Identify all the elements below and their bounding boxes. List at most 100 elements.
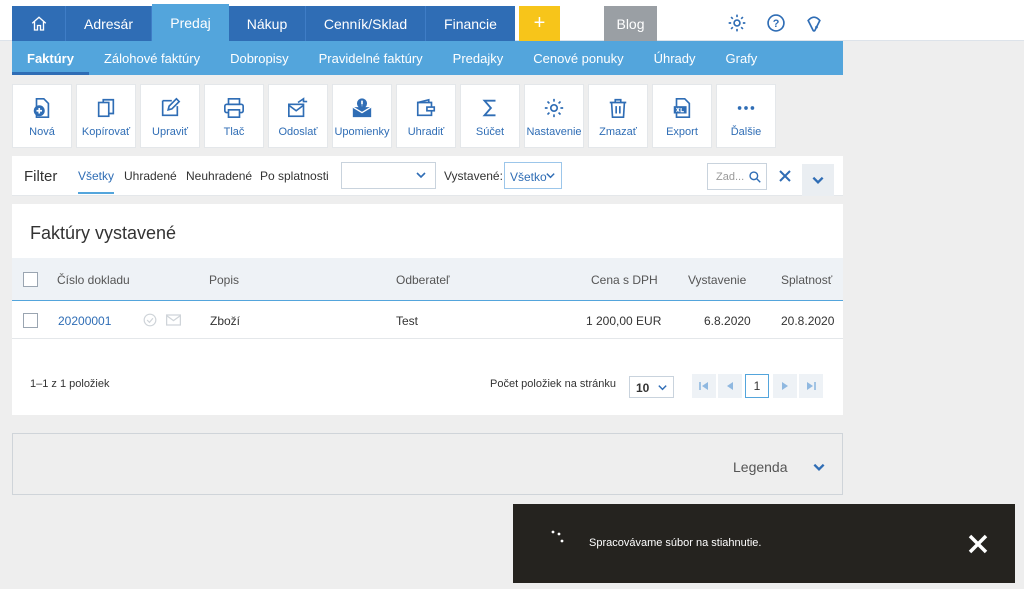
chevron-down-icon bbox=[546, 173, 555, 179]
subnav-cenove-ponuky[interactable]: Cenové ponuky bbox=[518, 41, 638, 75]
filter-bar: Filter Všetky Uhradené Neuhradené Po spl… bbox=[12, 156, 843, 196]
subnav-grafy[interactable]: Grafy bbox=[711, 41, 773, 75]
export-icon bbox=[670, 96, 694, 120]
nav-cennik-sklad[interactable]: Cenník/Sklad bbox=[306, 6, 426, 41]
filter-tab-po-splatnosti[interactable]: Po splatnosti bbox=[260, 169, 329, 183]
reminder-icon bbox=[350, 96, 374, 120]
last-page-button[interactable] bbox=[799, 374, 823, 398]
page-title: Faktúry vystavené bbox=[30, 223, 177, 243]
prev-page-icon bbox=[727, 382, 733, 390]
toolbar-label: Upomienky bbox=[334, 126, 390, 138]
row-cena: 1 200,00 EUR bbox=[586, 314, 662, 328]
subnav-predajky[interactable]: Predajky bbox=[438, 41, 519, 75]
delete-button[interactable]: Zmazať bbox=[588, 84, 648, 148]
print-icon bbox=[222, 96, 246, 120]
spinner-icon bbox=[551, 530, 564, 543]
column-vystavenie[interactable]: Vystavenie bbox=[688, 273, 746, 287]
column-cislo-dokladu[interactable]: Číslo dokladu bbox=[57, 273, 130, 287]
more-button[interactable]: Ďalšie bbox=[716, 84, 776, 148]
nav-home[interactable] bbox=[12, 6, 66, 41]
edit-icon bbox=[158, 96, 182, 120]
invoice-number-link[interactable]: 20200001 bbox=[58, 314, 111, 328]
next-page-icon bbox=[782, 382, 788, 390]
trash-icon bbox=[606, 96, 630, 120]
toolbar-label: Súčet bbox=[475, 126, 505, 138]
column-popis[interactable]: Popis bbox=[209, 273, 239, 287]
new-doc-icon bbox=[30, 96, 54, 120]
edit-button[interactable]: Upraviť bbox=[140, 84, 200, 148]
subnav-uhrady[interactable]: Úhrady bbox=[639, 41, 711, 75]
table-row[interactable]: 20200001 Zboží Test 1 200,00 EUR 6.8.202… bbox=[12, 301, 843, 339]
filter-title: Filter bbox=[24, 168, 58, 185]
per-page-value: 10 bbox=[636, 381, 650, 395]
search-input[interactable]: Zad... bbox=[707, 163, 767, 190]
vystavene-value: Všetko bbox=[510, 170, 547, 184]
subnav-dobropisy[interactable]: Dobropisy bbox=[215, 41, 304, 75]
copy-icon bbox=[94, 96, 118, 120]
first-page-icon bbox=[699, 382, 708, 390]
subnav-pravidelne-faktury[interactable]: Pravidelné faktúry bbox=[304, 41, 438, 75]
filter-tab-neuhradene[interactable]: Neuhradené bbox=[186, 169, 252, 183]
chevron-down-icon[interactable] bbox=[812, 460, 826, 474]
blog-button[interactable]: Blog bbox=[604, 6, 657, 41]
toolbar-label: Upraviť bbox=[152, 126, 188, 138]
legend-panel[interactable]: Legenda bbox=[12, 433, 843, 495]
subnav-faktury[interactable]: Faktúry bbox=[12, 41, 89, 75]
toolbar-label: Tlač bbox=[223, 126, 245, 138]
toast-message: Spracovávame súbor na stiahnutie. bbox=[589, 537, 762, 549]
reminder-button[interactable]: Upomienky bbox=[332, 84, 392, 148]
vystavene-label: Vystavené: bbox=[444, 169, 503, 183]
sum-button[interactable]: Súčet bbox=[460, 84, 520, 148]
per-page-select[interactable]: 10 bbox=[629, 376, 674, 398]
filter-select[interactable] bbox=[341, 162, 436, 189]
column-splatnost[interactable]: Splatnosť bbox=[781, 273, 832, 287]
send-icon bbox=[286, 96, 310, 120]
settings-button[interactable]: Nastavenie bbox=[524, 84, 584, 148]
prev-page-button[interactable] bbox=[718, 374, 742, 398]
close-icon[interactable] bbox=[776, 167, 794, 185]
search-icon bbox=[749, 171, 761, 183]
gear-icon[interactable] bbox=[726, 12, 748, 34]
first-page-button[interactable] bbox=[692, 374, 716, 398]
close-icon[interactable] bbox=[967, 533, 989, 555]
nav-adresar[interactable]: Adresár bbox=[66, 6, 152, 41]
download-toast: Spracovávame súbor na stiahnutie. bbox=[513, 504, 1015, 583]
toolbar-label: Ďalšie bbox=[730, 126, 762, 138]
next-page-button[interactable] bbox=[773, 374, 797, 398]
filter-tab-vsetky[interactable]: Všetky bbox=[78, 169, 115, 194]
search-placeholder: Zad... bbox=[716, 171, 745, 183]
invoices-panel: Faktúry vystavené Číslo dokladu Popis Od… bbox=[12, 204, 843, 415]
nav-predaj[interactable]: Predaj bbox=[152, 4, 229, 41]
gear-icon bbox=[542, 96, 566, 120]
help-icon[interactable]: ? bbox=[765, 12, 787, 34]
current-page[interactable]: 1 bbox=[745, 374, 769, 398]
row-odberatel: Test bbox=[396, 314, 419, 328]
bug-icon[interactable] bbox=[803, 12, 825, 34]
add-button[interactable]: + bbox=[519, 6, 560, 41]
vystavene-select[interactable]: Všetko bbox=[504, 162, 562, 189]
wallet-icon bbox=[414, 96, 438, 120]
mail-icon bbox=[166, 314, 181, 326]
legend-label: Legenda bbox=[733, 459, 788, 475]
select-all-checkbox[interactable] bbox=[23, 272, 38, 287]
subnav-zalohove-faktury[interactable]: Zálohové faktúry bbox=[89, 41, 215, 75]
column-odberatel[interactable]: Odberateľ bbox=[396, 273, 450, 287]
print-button[interactable]: Tlač bbox=[204, 84, 264, 148]
new-button[interactable]: Nová bbox=[12, 84, 72, 148]
column-cena-s-dph[interactable]: Cena s DPH bbox=[591, 273, 658, 287]
nav-financie[interactable]: Financie bbox=[426, 6, 515, 41]
home-icon bbox=[31, 15, 46, 31]
filter-expand-button[interactable] bbox=[802, 164, 834, 196]
toolbar: Nová Kopírovať Upraviť Tlač Odoslať Upom… bbox=[12, 84, 776, 148]
send-button[interactable]: Odoslať bbox=[268, 84, 328, 148]
copy-button[interactable]: Kopírovať bbox=[76, 84, 136, 148]
filter-tab-uhradene[interactable]: Uhradené bbox=[124, 169, 177, 183]
nav-nakup[interactable]: Nákup bbox=[229, 6, 306, 41]
table-header: Číslo dokladu Popis Odberateľ Cena s DPH… bbox=[12, 258, 843, 301]
pay-button[interactable]: Uhradiť bbox=[396, 84, 456, 148]
toolbar-label: Nastavenie bbox=[526, 126, 582, 138]
toolbar-label: Nová bbox=[29, 126, 55, 138]
row-checkbox[interactable] bbox=[23, 313, 38, 328]
per-page-label: Počet položiek na stránku bbox=[490, 378, 616, 390]
export-button[interactable]: Export bbox=[652, 84, 712, 148]
